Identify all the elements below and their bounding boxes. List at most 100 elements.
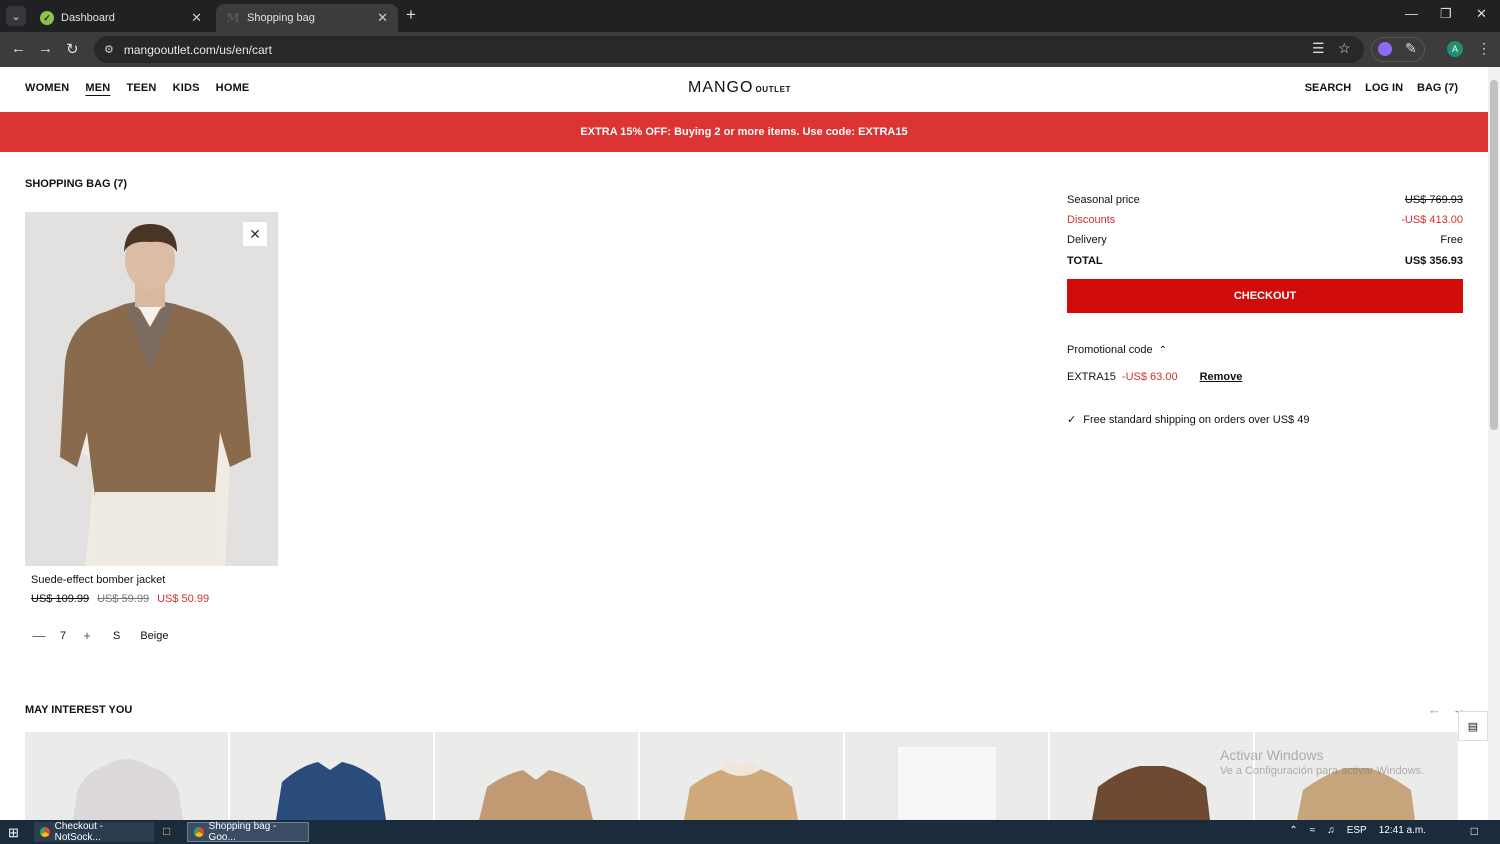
minimize-icon[interactable]: — bbox=[1405, 6, 1418, 21]
total-label: TOTAL bbox=[1067, 255, 1103, 267]
nav-men[interactable]: MEN bbox=[85, 82, 110, 94]
login-link[interactable]: LOG IN bbox=[1365, 82, 1403, 94]
seasonal-label: Seasonal price bbox=[1067, 194, 1140, 206]
task-checkout[interactable]: Checkout - NotSock... bbox=[34, 821, 154, 843]
seasonal-value: US$ 769.93 bbox=[1404, 194, 1463, 206]
product-name[interactable]: Suede-effect bomber jacket bbox=[31, 574, 165, 586]
tab-search-icon[interactable]: ⌄ bbox=[6, 6, 26, 26]
language-indicator[interactable]: ESP bbox=[1347, 825, 1367, 836]
site-info-icon[interactable]: ⚙ bbox=[104, 43, 114, 56]
nav-kids[interactable]: KIDS bbox=[173, 82, 200, 94]
network-icon[interactable]: ≈ bbox=[1310, 825, 1316, 836]
color-value: Beige bbox=[140, 629, 169, 642]
reco-denim-shirt[interactable] bbox=[230, 732, 433, 820]
new-tab-icon[interactable]: + bbox=[406, 5, 416, 25]
restore-icon[interactable]: ❐ bbox=[1440, 6, 1452, 22]
tab-dashboard[interactable]: ✓ Dashboard ✕ bbox=[30, 4, 212, 32]
bag-title: SHOPPING BAG (7) bbox=[25, 178, 128, 190]
order-summary: Seasonal price US$ 769.93 Discounts -US$… bbox=[1067, 190, 1463, 272]
browser-tab-bar: ⌄ ✓ Dashboard ✕ M Shopping bag ✕ + — ❐ ✕ bbox=[0, 0, 1500, 32]
windows-activation-watermark: Activar Windows Ve a Configuración para … bbox=[1220, 747, 1424, 777]
url-field[interactable]: ⚙ mangooutlet.com/us/en/cart bbox=[94, 36, 1364, 63]
nav-women[interactable]: WOMEN bbox=[25, 82, 69, 94]
close-window-icon[interactable]: ✕ bbox=[1476, 6, 1487, 22]
search-link[interactable]: SEARCH bbox=[1305, 82, 1351, 94]
system-tray: ⌃ ≈ ♫ ESP 12:41 a.m. bbox=[1289, 825, 1426, 836]
main-nav: WOMEN MEN TEEN KIDS HOME bbox=[25, 82, 249, 94]
delivery-row: Delivery Free bbox=[1067, 230, 1463, 250]
watermark-line1: Activar Windows bbox=[1220, 747, 1324, 763]
nav-home[interactable]: HOME bbox=[216, 82, 250, 94]
bag-link[interactable]: BAG (7) bbox=[1417, 82, 1458, 94]
reco-camel-polo[interactable] bbox=[435, 732, 638, 820]
hoodie-image bbox=[73, 759, 183, 820]
mango-m-icon: M bbox=[226, 11, 240, 25]
discounts-label: Discounts bbox=[1067, 214, 1116, 226]
chrome-icon bbox=[40, 827, 50, 837]
shearling-jacket-image bbox=[684, 762, 798, 820]
promo-code-toggle[interactable]: Promotional code ⌃ bbox=[1067, 344, 1167, 356]
notifications-icon[interactable]: □ bbox=[1471, 824, 1478, 838]
discounts-row: Discounts -US$ 413.00 bbox=[1067, 210, 1463, 230]
promo-code-value: EXTRA15 bbox=[1067, 371, 1116, 383]
close-icon[interactable]: ✕ bbox=[377, 10, 388, 26]
seasonal-price-row: Seasonal price US$ 769.93 bbox=[1067, 190, 1463, 210]
logo-main: MANGO bbox=[688, 79, 754, 96]
tab-label: Shopping bag bbox=[247, 12, 315, 24]
remove-item-icon[interactable]: ✕ bbox=[243, 222, 267, 246]
promo-banner[interactable]: EXTRA 15% OFF: Buying 2 or more items. U… bbox=[0, 112, 1488, 152]
bookmark-star-icon[interactable]: ☆ bbox=[1338, 40, 1351, 57]
site-header: WOMEN MEN TEEN KIDS HOME MANGO OUTLET SEA… bbox=[0, 67, 1488, 112]
extension-icon[interactable] bbox=[1378, 42, 1392, 56]
back-icon[interactable]: ← bbox=[11, 40, 26, 57]
reco-white-jeans[interactable] bbox=[845, 732, 1048, 820]
forward-icon[interactable]: → bbox=[38, 40, 53, 57]
clock[interactable]: 12:41 a.m. bbox=[1379, 825, 1426, 836]
minus-icon[interactable]: — bbox=[31, 628, 47, 643]
reco-shearling-jacket[interactable] bbox=[640, 732, 843, 820]
logo-sub: OUTLET bbox=[755, 85, 792, 94]
remove-promo-button[interactable]: Remove bbox=[1200, 371, 1243, 383]
plus-icon[interactable]: + bbox=[79, 628, 95, 643]
windows-start-icon[interactable]: ⊞ bbox=[8, 825, 19, 841]
tab-shopping-bag[interactable]: M Shopping bag ✕ bbox=[216, 4, 398, 32]
tab-label: Dashboard bbox=[61, 12, 115, 24]
chrome-icon bbox=[194, 827, 204, 837]
url-text: mangooutlet.com/us/en/cart bbox=[123, 42, 272, 57]
denim-shirt-image bbox=[276, 762, 386, 820]
size-value[interactable]: S bbox=[113, 630, 120, 642]
task-shopping-bag[interactable]: Shopping bag - Goo... bbox=[187, 821, 309, 843]
product-image[interactable]: ✕ bbox=[25, 212, 278, 566]
white-jeans-image bbox=[896, 745, 998, 820]
extensions-icon[interactable]: ✎ bbox=[1405, 40, 1417, 57]
tray-chevron-icon[interactable]: ⌃ bbox=[1289, 825, 1297, 836]
free-shipping-note: ✓ Free standard shipping on orders over … bbox=[1067, 413, 1310, 427]
camel-polo-image bbox=[479, 770, 593, 820]
shipping-text: Free standard shipping on orders over US… bbox=[1083, 413, 1310, 426]
mango-outlet-logo[interactable]: MANGO OUTLET bbox=[688, 79, 791, 97]
promo-discount: -US$ 63.00 bbox=[1121, 371, 1178, 383]
translate-icon[interactable]: ☰ bbox=[1312, 40, 1325, 57]
price-previous: US$ 59.99 bbox=[97, 593, 150, 605]
volume-icon[interactable]: ♫ bbox=[1327, 825, 1335, 836]
total-row: TOTAL US$ 356.93 bbox=[1067, 250, 1463, 272]
task-label: Shopping bag - Goo... bbox=[208, 821, 277, 843]
chevron-up-icon: ⌃ bbox=[1158, 344, 1167, 356]
recommendations-title: MAY INTEREST YOU bbox=[25, 704, 133, 716]
profile-avatar[interactable]: A bbox=[1447, 41, 1463, 57]
browser-menu-icon[interactable]: ⋮ bbox=[1477, 40, 1491, 57]
quantity-stepper: — 7 + S Beige bbox=[31, 628, 169, 643]
arrow-left-icon[interactable]: ← bbox=[1428, 702, 1441, 717]
chat-icon[interactable]: ▤ bbox=[1458, 711, 1488, 741]
reco-grey-hoodie[interactable] bbox=[25, 732, 228, 820]
reload-icon[interactable]: ↻ bbox=[66, 40, 79, 58]
nav-teen[interactable]: TEEN bbox=[126, 82, 156, 94]
total-value: US$ 356.93 bbox=[1404, 255, 1463, 267]
checkout-button[interactable]: CHECKOUT bbox=[1067, 279, 1463, 313]
product-prices: US$ 109.99 US$ 59.99 US$ 50.99 bbox=[31, 593, 209, 605]
jacket-model-photo bbox=[25, 212, 278, 566]
close-icon[interactable]: ✕ bbox=[191, 10, 202, 26]
scrollbar-thumb[interactable] bbox=[1490, 80, 1498, 430]
windows-taskbar: ⊞ Checkout - NotSock... □ Shopping bag -… bbox=[0, 820, 1500, 844]
file-explorer-icon[interactable]: □ bbox=[163, 824, 170, 838]
